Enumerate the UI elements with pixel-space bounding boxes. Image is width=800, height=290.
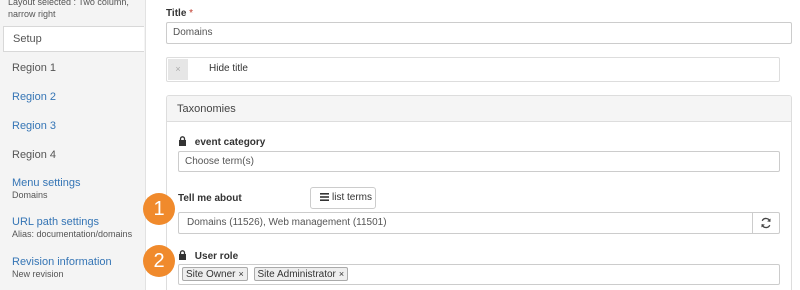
menu-settings-summary: Domains [12,190,48,200]
user-role-label: User role [178,250,238,262]
tag-label: Site Administrator [257,269,336,280]
tell-me-about-input[interactable]: Domains (11526), Web management (11501) [178,212,753,234]
layout-note: Layout selected : Two column, narrow rig… [8,0,129,19]
tag-label: Site Owner [186,269,236,280]
user-role-tag: Site Administrator × [253,267,349,281]
hide-title-toggle[interactable]: × Hide title [166,57,780,82]
refresh-button[interactable] [752,212,780,234]
event-category-label: event category [178,136,265,148]
hide-title-label: Hide title [209,63,248,74]
remove-tag-icon[interactable]: × [339,269,344,279]
title-field-label: Title * [166,8,193,19]
sidebar-item-region-2[interactable]: Region 2 [0,91,146,104]
revision-information-summary: New revision [12,269,64,279]
sidebar-item-url-path-settings[interactable]: URL path settings Alias: documentation/d… [0,216,146,240]
sidebar: Layout selected : Two column, narrow rig… [0,0,146,290]
event-category-input[interactable]: Choose term(s) [178,151,780,172]
tell-me-about-label: Tell me about [178,193,242,204]
list-icon [320,193,329,201]
menu-settings-label: Menu settings [12,177,81,189]
taxonomies-panel: Taxonomies [166,95,792,290]
sidebar-item-region-1[interactable]: Region 1 [0,62,146,75]
user-role-label-text: User role [194,251,239,262]
lock-icon [179,250,186,260]
toggle-off-icon[interactable]: × [168,59,188,80]
refresh-icon [761,217,771,229]
sidebar-item-revision-information[interactable]: Revision information New revision [0,256,146,280]
event-category-label-text: event category [194,137,266,148]
sidebar-item-region-4[interactable]: Region 4 [0,149,146,162]
url-path-settings-summary: Alias: documentation/domains [12,229,133,239]
list-terms-button[interactable]: list terms [310,187,376,209]
title-label-text: Title [166,8,187,19]
revision-information-label: Revision information [12,256,112,268]
title-input[interactable]: Domains [166,22,792,44]
callout-badge-2: 2 [143,245,175,277]
user-role-tag: Site Owner × [182,267,248,281]
list-terms-label: list terms [332,192,372,203]
required-marker: * [189,8,194,19]
main-form: Title * Domains × Hide title Taxonomies … [146,0,800,290]
taxonomies-heading: Taxonomies [167,96,791,122]
user-role-input[interactable]: Site Owner × Site Administrator × [178,264,780,285]
lock-icon [179,136,186,146]
callout-badge-1: 1 [143,193,175,225]
sidebar-item-setup[interactable]: Setup [3,26,144,52]
sidebar-item-menu-settings[interactable]: Menu settings Domains [0,177,146,201]
url-path-settings-label: URL path settings [12,216,100,228]
remove-tag-icon[interactable]: × [238,269,243,279]
sidebar-item-region-3[interactable]: Region 3 [0,120,146,133]
